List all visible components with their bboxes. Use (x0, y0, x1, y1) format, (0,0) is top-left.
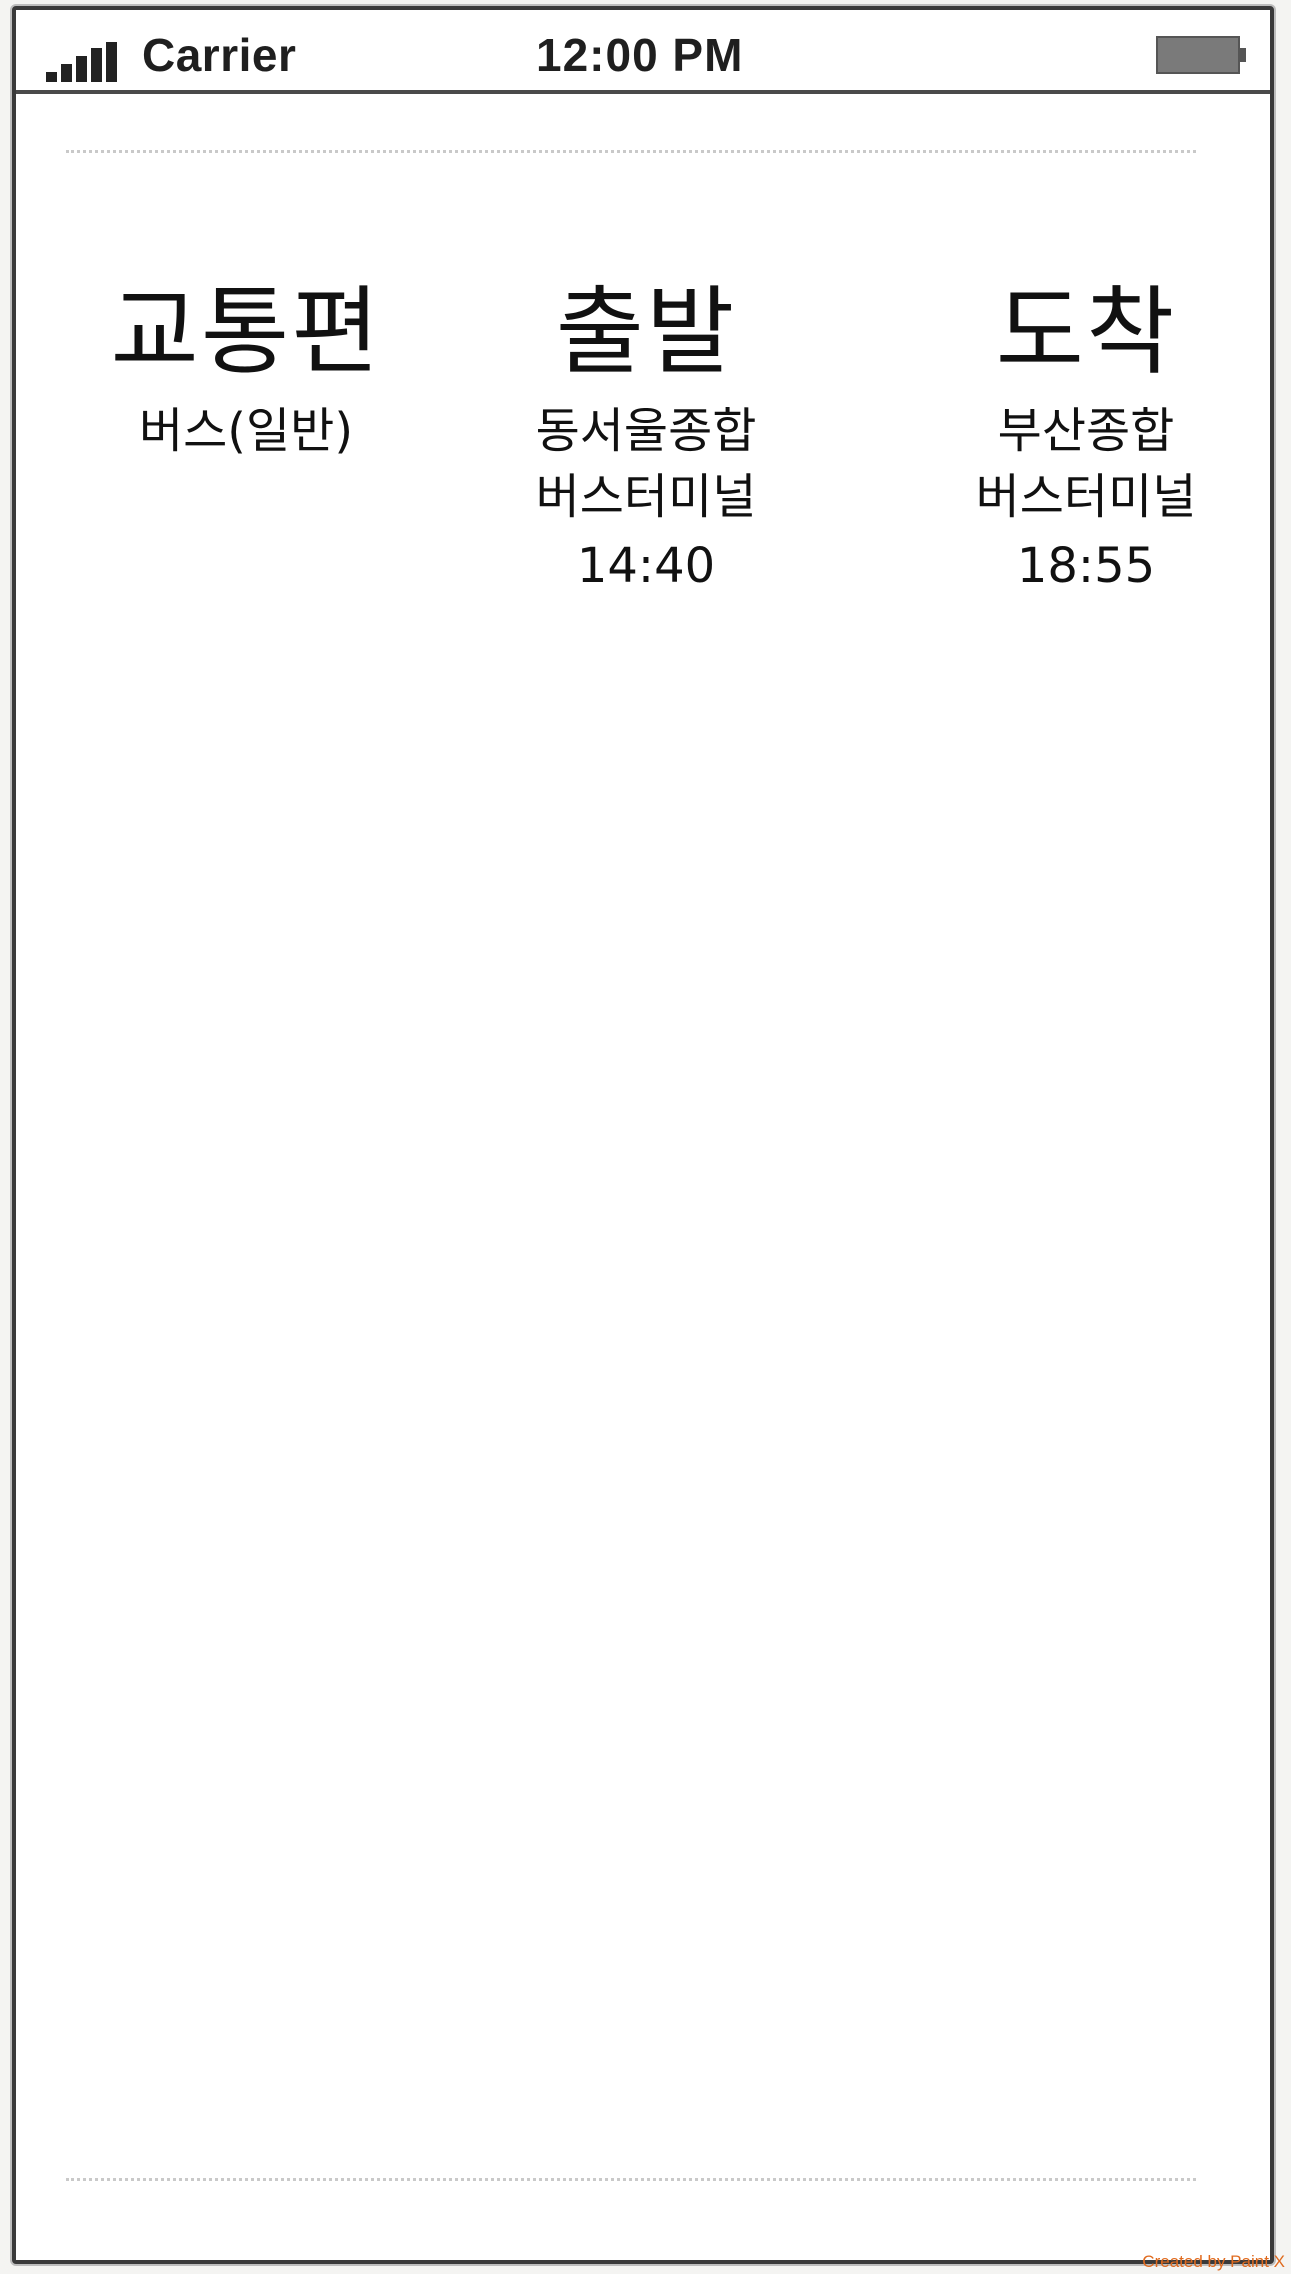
arrival-terminal-line2: 버스터미널 (975, 468, 1197, 525)
bottom-divider (66, 2178, 1196, 2181)
departure-terminal-line1: 동서울종합 (535, 402, 757, 459)
departure-heading: 출발 (555, 276, 737, 388)
departure-terminal: 동서울종합 버스터미널 (496, 398, 796, 530)
signal-bars-icon (46, 42, 122, 82)
departure-time: 14:40 (576, 537, 716, 594)
transport-value: 버스(일반) (138, 402, 354, 459)
status-time: 12:00 PM (536, 29, 744, 81)
arrival-heading: 도착 (995, 276, 1177, 388)
departure-column: 출발 동서울종합 버스터미널 14:40 (496, 276, 796, 594)
carrier-label: Carrier (142, 29, 297, 81)
arrival-terminal: 부산종합 버스터미널 (936, 398, 1236, 530)
watermark-text: Created by Paint X (1142, 2252, 1285, 2271)
top-divider (66, 150, 1196, 153)
arrival-terminal-line1: 부산종합 (997, 402, 1175, 459)
arrival-time: 18:55 (1016, 537, 1156, 594)
transport-heading: 교통편 (110, 276, 382, 388)
departure-terminal-line2: 버스터미널 (535, 468, 757, 525)
battery-icon (1156, 36, 1246, 74)
status-bar: Carrier 12:00 PM (16, 10, 1270, 94)
transport-column: 교통편 버스(일반) (96, 276, 396, 464)
phone-frame: Carrier 12:00 PM 교통편 버스(일반) 출발 동서울종합 버스터… (12, 6, 1274, 2264)
arrival-column: 도착 부산종합 버스터미널 18:55 (936, 276, 1236, 594)
